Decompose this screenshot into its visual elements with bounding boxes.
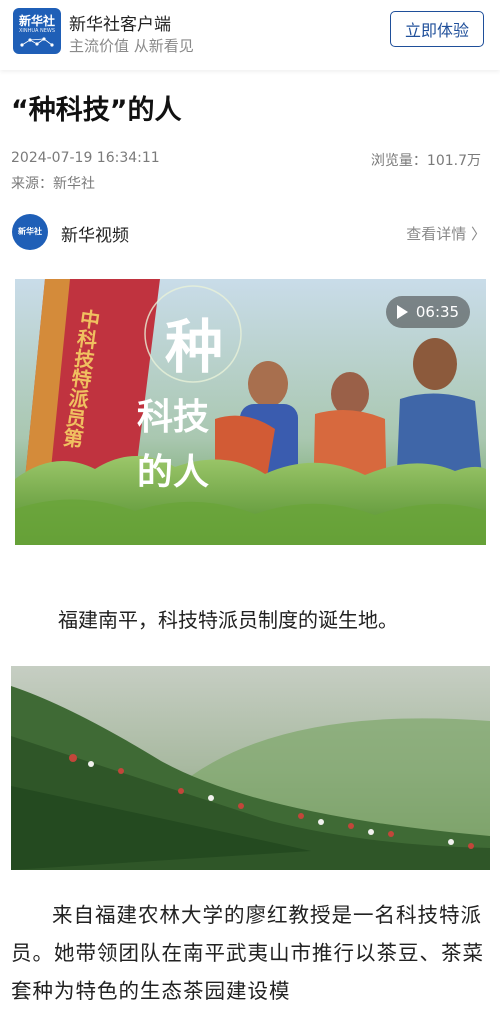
author-avatar[interactable]: 新华社 [12,214,48,250]
play-icon [396,305,408,319]
app-banner: 新华社 XINHUA NEWS 新华社客户端 主流价值 从新看见 立即体验 [0,0,500,70]
view-details-link[interactable]: 查看详情 〉 [406,223,486,244]
video-duration: 06:35 [415,303,460,321]
xinhua-logo: 新华社 XINHUA NEWS [13,8,61,54]
tea-garden-photo [11,666,490,870]
publish-datetime: 2024-07-19 16:34:11 [11,150,160,166]
tea-garden-image [11,666,490,870]
article-title: “种科技”的人 [11,95,182,126]
avatar-text: 新华社 [18,227,42,236]
paragraph-2: 来自福建农林大学的廖红教授是一名科技特派员。她带领团队在南平武夷山市推行以茶豆、… [11,903,484,1003]
app-slogan: 主流价值 从新看见 [69,37,194,55]
article-source: 来源：新华社 [11,176,95,192]
overlay-title-1: 种 [165,313,223,381]
logo-text: 新华社 [18,14,55,28]
author-name[interactable]: 新华视频 [61,221,129,246]
network-icon [20,37,54,47]
paragraph-1: 福建南平，科技特派员制度的诞生地。 [58,608,398,632]
overlay-title-3: 的人 [137,451,209,493]
video-duration-badge[interactable]: 06:35 [386,296,470,328]
app-name: 新华社客户端 [69,15,171,35]
logo-en-text: XINHUA NEWS [18,28,56,34]
overlay-title-2: 科技 [137,396,209,438]
try-now-button[interactable]: 立即体验 [390,11,484,47]
view-count: 浏览量：101.7万 [370,153,481,169]
